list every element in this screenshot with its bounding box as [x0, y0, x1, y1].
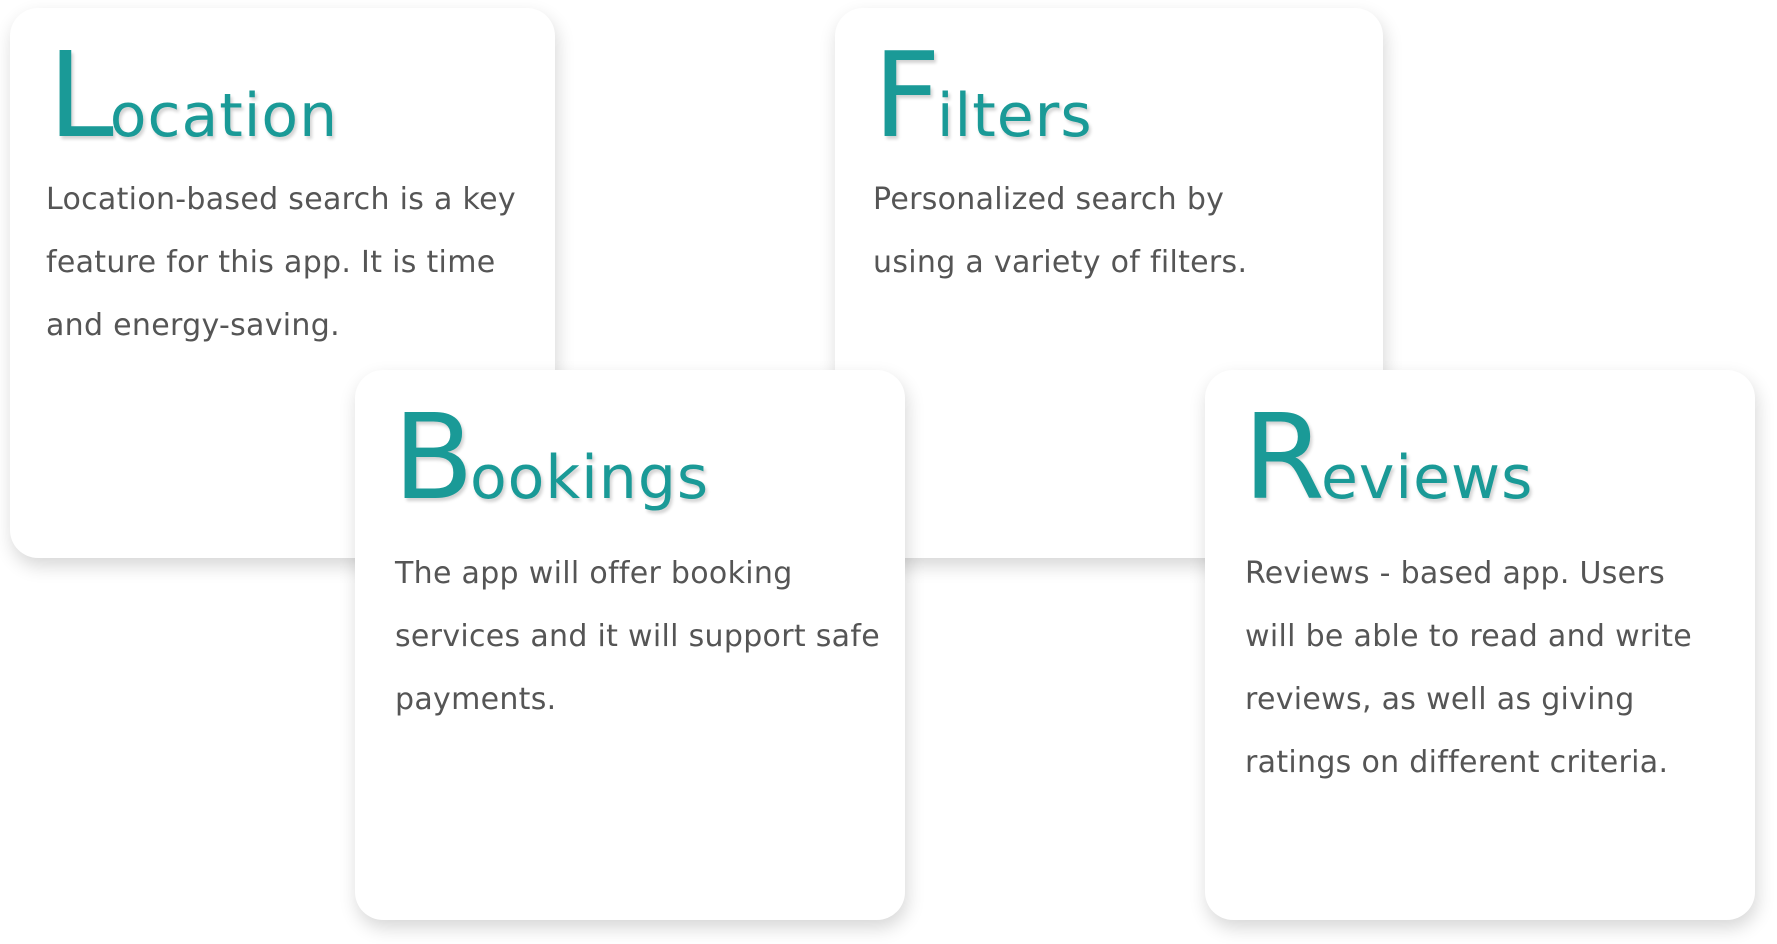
feature-title-initial: F	[873, 26, 941, 164]
feature-title-initial: B	[393, 388, 474, 526]
feature-card-bookings: Bookings The app will offer booking serv…	[355, 370, 905, 920]
feature-card-reviews: Reviews Reviews - based app. Users will …	[1205, 370, 1755, 920]
features-board: Location Location-based search is a key …	[0, 0, 1777, 944]
feature-title-initial: R	[1243, 388, 1325, 526]
feature-title-location: Location	[48, 36, 338, 154]
feature-title-initial: L	[48, 26, 114, 164]
feature-description-location: Location-based search is a key feature f…	[46, 182, 516, 343]
feature-description-bookings: The app will offer booking services and …	[395, 556, 880, 717]
feature-description-reviews: Reviews - based app. Users will be able …	[1245, 556, 1693, 780]
feature-title-bookings: Bookings	[393, 398, 709, 516]
feature-title-rest: ookings	[469, 443, 710, 513]
feature-title-filters: Filters	[873, 36, 1093, 154]
feature-description-filters: Personalized search by using a variety o…	[873, 182, 1248, 280]
feature-title-rest: eviews	[1321, 443, 1534, 513]
feature-title-reviews: Reviews	[1243, 398, 1533, 516]
feature-title-rest: ocation	[109, 81, 339, 151]
feature-title-rest: ilters	[936, 81, 1093, 151]
